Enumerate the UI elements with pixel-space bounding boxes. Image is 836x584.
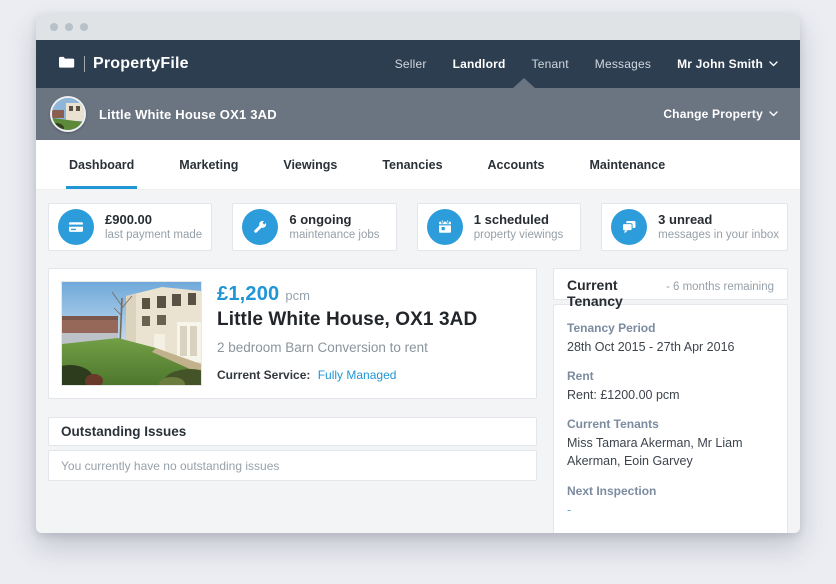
tenancy-title: Current Tenancy	[567, 277, 661, 309]
tenancy-field-rent: Rent Rent: £1200.00 pcm	[567, 369, 774, 404]
page: PropertyFile Seller Landlord Tenant Mess…	[0, 0, 836, 584]
outstanding-issues-title: Outstanding Issues	[61, 424, 186, 439]
service-label: Current Service:	[217, 368, 310, 382]
stats-row: £900.00 last payment made	[48, 203, 788, 251]
outstanding-issues-body: You currently have no outstanding issues	[48, 450, 537, 481]
stat-label: property viewings	[474, 228, 563, 242]
tenancy-field-inspection: Next Inspection -	[567, 484, 774, 519]
nav-item-landlord[interactable]: Landlord	[453, 57, 506, 71]
brand-name: PropertyFile	[93, 55, 189, 73]
property-listing-card: £1,200 pcm Little White House, OX1 3AD 2…	[48, 268, 537, 399]
tenancy-field-tenants: Current Tenants Miss Tamara Akerman, Mr …	[567, 417, 774, 470]
stat-card-maintenance-jobs[interactable]: 6 ongoing maintenance jobs	[232, 203, 396, 251]
price-row: £1,200 pcm	[217, 283, 477, 306]
stat-card-last-payment[interactable]: £900.00 last payment made	[48, 203, 212, 251]
browser-titlebar	[36, 14, 800, 40]
stat-label: messages in your inbox	[658, 228, 779, 242]
dashboard-content: £900.00 last payment made	[36, 190, 800, 533]
nav-item-messages[interactable]: Messages	[595, 57, 651, 71]
folder-icon	[58, 55, 75, 74]
listing-price-unit: pcm	[285, 288, 310, 303]
tenancy-field-period: Tenancy Period 28th Oct 2015 - 27th Apr …	[567, 321, 774, 356]
top-nav: Seller Landlord Tenant Messages Mr John …	[369, 57, 778, 71]
user-menu[interactable]: Mr John Smith	[677, 57, 778, 71]
no-issues-message: You currently have no outstanding issues	[61, 459, 279, 473]
field-value: Miss Tamara Akerman, Mr Liam Akerman, Eo…	[567, 434, 774, 470]
credit-card-icon	[58, 209, 94, 245]
nav-item-tenant[interactable]: Tenant	[532, 57, 569, 71]
tab-accounts[interactable]: Accounts	[485, 140, 548, 189]
stat-text: 1 scheduled property viewings	[474, 212, 563, 243]
stat-label: maintenance jobs	[289, 228, 379, 242]
listing-title: Little White House, OX1 3AD	[217, 309, 477, 331]
field-label: Rent	[567, 369, 774, 383]
tenancy-remaining: - 6 months remaining	[666, 281, 774, 293]
tenancy-panel-header: Current Tenancy - 6 months remaining	[553, 268, 788, 300]
stat-card-viewings[interactable]: 1 scheduled property viewings	[417, 203, 581, 251]
tab-maintenance[interactable]: Maintenance	[586, 140, 668, 189]
stat-value: 3 unread	[658, 212, 779, 228]
service-row: Current Service: Fully Managed	[217, 368, 477, 382]
stat-card-messages[interactable]: 3 unread messages in your inbox	[601, 203, 788, 251]
tab-tenancies[interactable]: Tenancies	[379, 140, 445, 189]
chat-icon	[611, 209, 647, 245]
outstanding-issues-section: Outstanding Issues You currently have no…	[48, 417, 537, 481]
brand-divider	[84, 56, 85, 72]
window-control-dot[interactable]	[80, 23, 88, 31]
wrench-icon	[242, 209, 278, 245]
change-property-button[interactable]: Change Property	[663, 107, 778, 121]
stat-text: £900.00 last payment made	[105, 212, 202, 243]
right-column: Current Tenancy - 6 months remaining Ten…	[553, 268, 788, 533]
brand-logo[interactable]: PropertyFile	[58, 55, 189, 74]
stat-text: 3 unread messages in your inbox	[658, 212, 779, 243]
main-row: £1,200 pcm Little White House, OX1 3AD 2…	[48, 268, 788, 533]
property-photo	[61, 281, 202, 386]
property-avatar	[50, 96, 86, 132]
tab-viewings[interactable]: Viewings	[280, 140, 340, 189]
property-bar: Little White House OX1 3AD Change Proper…	[36, 88, 800, 140]
window-control-dot[interactable]	[65, 23, 73, 31]
stat-value: 1 scheduled	[474, 212, 563, 228]
listing-info: £1,200 pcm Little White House, OX1 3AD 2…	[217, 281, 477, 386]
field-label: Current Tenants	[567, 417, 774, 431]
tab-bar: Dashboard Marketing Viewings Tenancies A…	[36, 140, 800, 190]
service-value-link[interactable]: Fully Managed	[318, 368, 397, 382]
listing-price: £1,200	[217, 283, 279, 306]
stat-value: 6 ongoing	[289, 212, 379, 228]
chevron-down-icon	[769, 61, 778, 67]
user-name: Mr John Smith	[677, 57, 763, 71]
tab-dashboard[interactable]: Dashboard	[66, 140, 137, 189]
listing-subtitle: 2 bedroom Barn Conversion to rent	[217, 340, 477, 355]
app-header: PropertyFile Seller Landlord Tenant Mess…	[36, 40, 800, 88]
field-value: 28th Oct 2015 - 27th Apr 2016	[567, 338, 774, 356]
property-title: Little White House OX1 3AD	[99, 107, 277, 122]
active-nav-notch	[513, 78, 535, 88]
stat-value: £900.00	[105, 212, 202, 228]
field-value: Rent: £1200.00 pcm	[567, 386, 774, 404]
left-column: £1,200 pcm Little White House, OX1 3AD 2…	[48, 268, 537, 533]
change-property-label: Change Property	[663, 107, 763, 121]
browser-window: PropertyFile Seller Landlord Tenant Mess…	[36, 14, 800, 533]
field-value: -	[567, 501, 774, 519]
chevron-down-icon	[769, 111, 778, 117]
stat-text: 6 ongoing maintenance jobs	[289, 212, 379, 243]
calendar-icon	[427, 209, 463, 245]
stat-label: last payment made	[105, 228, 202, 242]
field-label: Next Inspection	[567, 484, 774, 498]
nav-item-seller[interactable]: Seller	[395, 57, 427, 71]
tab-marketing[interactable]: Marketing	[176, 140, 241, 189]
window-control-dot[interactable]	[50, 23, 58, 31]
outstanding-issues-header: Outstanding Issues	[48, 417, 537, 446]
field-label: Tenancy Period	[567, 321, 774, 335]
tenancy-panel-body: Tenancy Period 28th Oct 2015 - 27th Apr …	[553, 304, 788, 533]
